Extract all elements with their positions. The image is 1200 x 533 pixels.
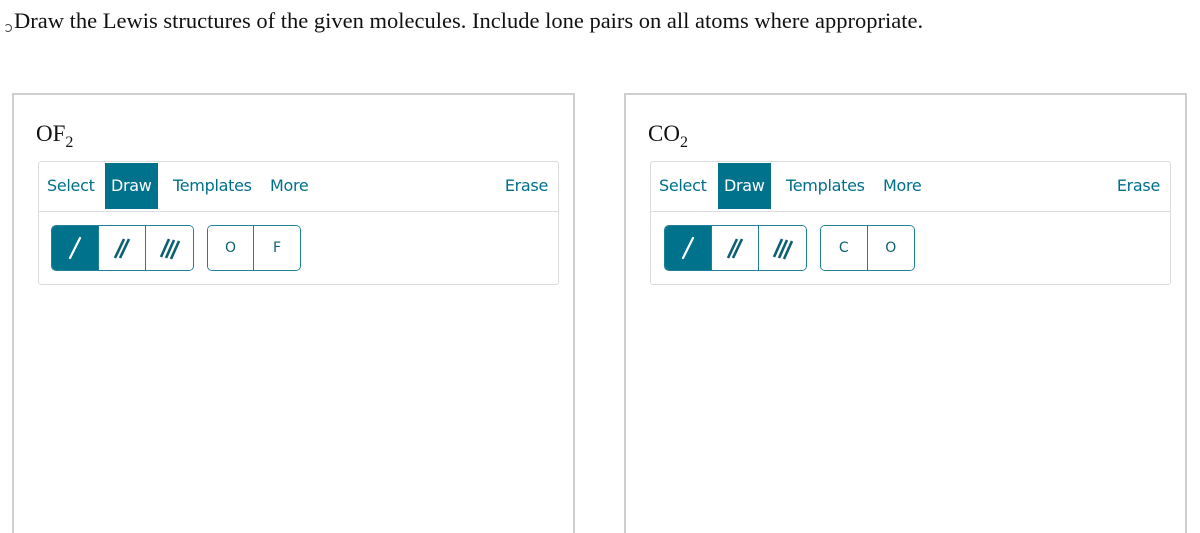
single-bond-icon — [681, 236, 695, 260]
atom-button-o[interactable]: O — [867, 226, 914, 270]
single-bond-icon — [68, 236, 82, 260]
tab-draw[interactable]: Draw — [105, 163, 158, 209]
tab-draw[interactable]: Draw — [718, 163, 771, 209]
tab-more[interactable]: More — [264, 163, 314, 209]
erase-button[interactable]: Erase — [1111, 163, 1166, 209]
formula-main: CO — [648, 121, 680, 146]
toolbar-tabs: Select Draw Templates More Erase — [39, 162, 558, 212]
triple-bond-icon — [772, 238, 793, 260]
single-bond-button[interactable] — [52, 226, 99, 270]
triple-bond-button[interactable] — [146, 226, 193, 270]
double-bond-icon — [726, 238, 744, 259]
atom-button-o[interactable]: O — [208, 226, 255, 270]
atom-button-c[interactable]: C — [821, 226, 868, 270]
bond-buttons — [51, 225, 194, 271]
molecule-formula: OF2 — [36, 121, 73, 151]
draw-tools: C O — [651, 212, 1170, 286]
tab-select[interactable]: Select — [653, 163, 713, 209]
tab-templates[interactable]: Templates — [780, 163, 871, 209]
bond-buttons — [664, 225, 807, 271]
atom-button-f[interactable]: F — [254, 226, 300, 270]
drawing-panel-co2[interactable]: CO2 Select Draw Templates More Erase C O — [624, 93, 1187, 533]
erase-button[interactable]: Erase — [499, 163, 554, 209]
double-bond-button[interactable] — [712, 226, 759, 270]
triple-bond-icon — [159, 238, 180, 260]
tab-more[interactable]: More — [877, 163, 927, 209]
single-bond-button[interactable] — [665, 226, 712, 270]
sketcher-toolbar: Select Draw Templates More Erase C O — [650, 161, 1171, 285]
question-marker-icon — [4, 24, 12, 32]
triple-bond-button[interactable] — [759, 226, 806, 270]
tab-templates[interactable]: Templates — [167, 163, 258, 209]
tab-select[interactable]: Select — [41, 163, 101, 209]
formula-subscript: 2 — [65, 134, 74, 151]
double-bond-button[interactable] — [99, 226, 146, 270]
question-prompt: Draw the Lewis structures of the given m… — [4, 8, 924, 34]
toolbar-tabs: Select Draw Templates More Erase — [651, 162, 1170, 212]
sketcher-toolbar: Select Draw Templates More Erase O F — [38, 161, 559, 285]
question-text: Draw the Lewis structures of the given m… — [14, 8, 924, 33]
atom-buttons: O F — [207, 225, 301, 271]
molecule-formula: CO2 — [648, 121, 688, 151]
draw-tools: O F — [39, 212, 558, 286]
drawing-panel-of2[interactable]: OF2 Select Draw Templates More Erase O F — [12, 93, 575, 533]
double-bond-icon — [113, 238, 131, 259]
atom-buttons: C O — [820, 225, 915, 271]
formula-main: OF — [36, 121, 66, 146]
formula-subscript: 2 — [679, 134, 688, 151]
